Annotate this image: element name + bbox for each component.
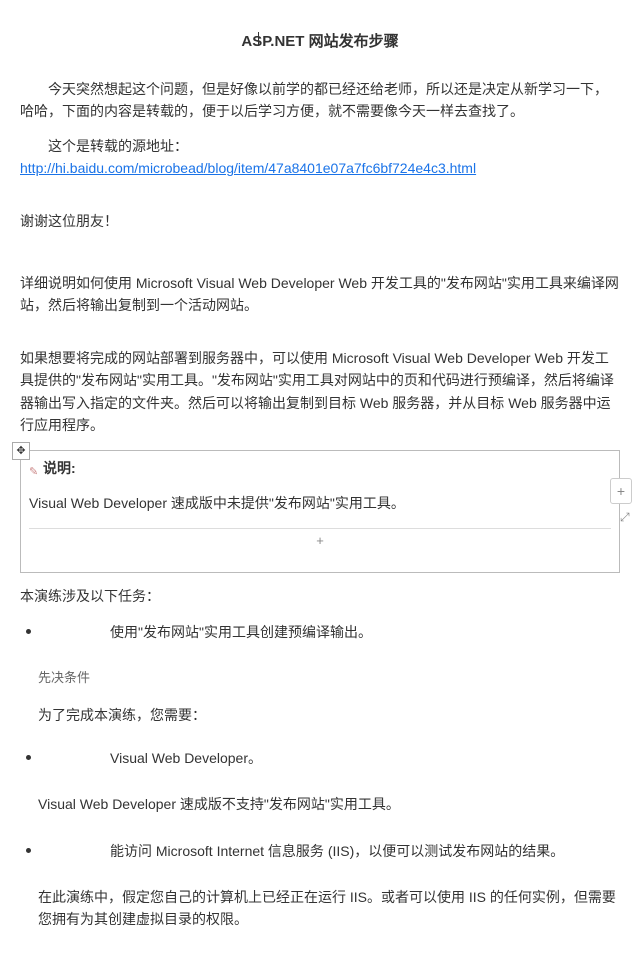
intro-para-1: 今天突然想起这个问题，但是好像以前学的都已经还给老师，所以还是决定从新学习一下，… <box>20 78 620 123</box>
prereq-intro: 为了完成本演练，您需要： <box>38 704 620 726</box>
requirement-list-1: Visual Web Developer。 <box>20 747 620 769</box>
move-handle-icon[interactable]: ✥ <box>12 442 30 460</box>
closing-para: 在此演练中，假定您自己的计算机上已经正在运行 IIS。或者可以使用 IIS 的任… <box>38 886 620 931</box>
page-title: ASP.NET 网站发布步骤 <box>20 30 620 54</box>
tasks-intro: 本演练涉及以下任务： <box>20 585 620 607</box>
prereq-heading: 先决条件 <box>38 668 620 689</box>
source-prefix: 这个是转载的源地址： <box>48 138 188 154</box>
list-item: 能访问 Microsoft Internet 信息服务 (IIS)，以便可以测试… <box>20 840 620 862</box>
note-box: ✎说明: Visual Web Developer 速成版中未提供"发布网站"实… <box>20 450 620 573</box>
intro-para-2: 这个是转载的源地址： http://hi.baidu.com/microbead/… <box>20 135 620 180</box>
task-list: 使用"发布网站"实用工具创建预编译输出。 <box>20 621 620 643</box>
note-body: Visual Web Developer 速成版中未提供"发布网站"实用工具。 <box>29 492 611 514</box>
thanks-text: 谢谢这位朋友！ <box>20 210 620 232</box>
body-para-2: 如果想要将完成的网站部署到服务器中，可以使用 Microsoft Visual … <box>20 347 620 437</box>
pencil-icon: ✎ <box>29 464 41 476</box>
side-plus-icon[interactable]: + <box>610 478 632 504</box>
list-item: 使用"发布网站"实用工具创建预编译输出。 <box>20 621 620 643</box>
list-item: Visual Web Developer。 <box>20 747 620 769</box>
expand-corner-icon[interactable]: ⤢ <box>620 508 632 520</box>
bottom-plus-icon[interactable]: + <box>29 528 611 552</box>
note-title: ✎说明: <box>29 457 611 479</box>
note-block: ✥ ✎说明: Visual Web Developer 速成版中未提供"发布网站… <box>20 450 620 573</box>
body-para-1: 详细说明如何使用 Microsoft Visual Web Developer … <box>20 272 620 317</box>
note-label: 说明: <box>43 460 76 476</box>
source-link[interactable]: http://hi.baidu.com/microbead/blog/item/… <box>20 160 476 176</box>
requirement-list-2: 能访问 Microsoft Internet 信息服务 (IIS)，以便可以测试… <box>20 840 620 862</box>
req1-note: Visual Web Developer 速成版不支持"发布网站"实用工具。 <box>38 793 620 815</box>
